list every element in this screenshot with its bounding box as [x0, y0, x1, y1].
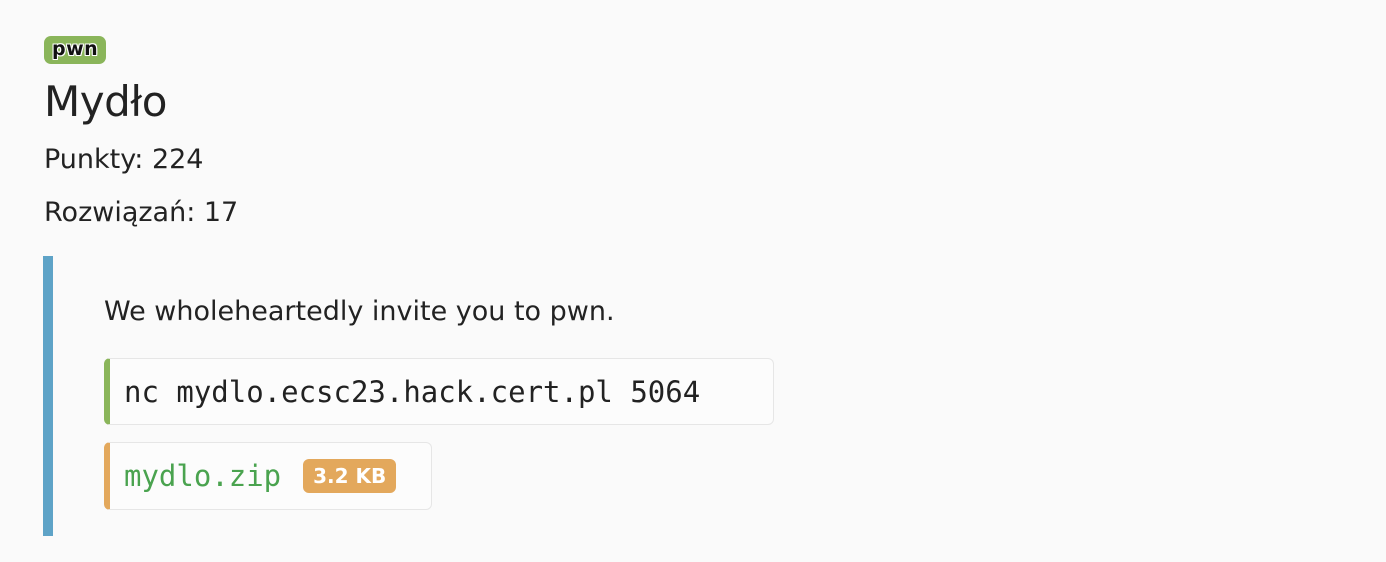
description-border: [43, 256, 53, 536]
file-size-badge: 3.2 KB: [303, 459, 397, 493]
connection-command-box[interactable]: nc mydlo.ecsc23.hack.cert.pl 5064: [104, 358, 774, 425]
points-label: Punkty: 224: [44, 144, 204, 175]
category-badge: pwn: [44, 36, 107, 64]
connection-command[interactable]: nc mydlo.ecsc23.hack.cert.pl 5064: [124, 375, 700, 409]
attachment-link[interactable]: mydlo.zip: [124, 459, 281, 493]
challenge-title: Mydło: [44, 77, 167, 126]
description-container: We wholeheartedly invite you to pwn.: [104, 290, 615, 334]
solves-label: Rozwiązań: 17: [44, 197, 239, 228]
challenge-header: pwn Mydło Punkty: 224 Rozwiązań: 17: [44, 36, 238, 229]
challenge-description: We wholeheartedly invite you to pwn.: [104, 296, 615, 327]
attachment-box: mydlo.zip 3.2 KB: [104, 442, 432, 510]
category-label: pwn: [52, 38, 99, 60]
